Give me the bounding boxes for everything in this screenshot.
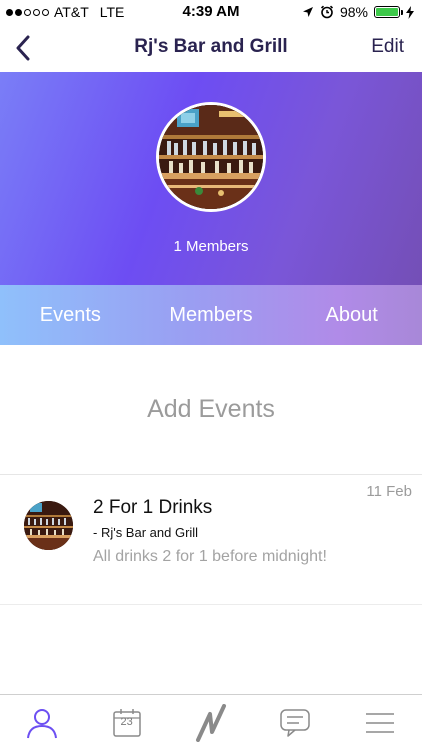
event-description: All drinks 2 for 1 before midnight! bbox=[93, 548, 327, 565]
group-header: 1 Members bbox=[0, 72, 422, 285]
tab-bar-profile[interactable] bbox=[0, 695, 84, 750]
tab-bar-activity[interactable] bbox=[169, 695, 253, 750]
status-bar: AT&T LTE 4:39 AM 98% bbox=[0, 0, 422, 24]
page-title: Rj's Bar and Grill bbox=[134, 36, 288, 57]
charging-bolt-icon bbox=[406, 5, 414, 19]
chat-icon bbox=[280, 708, 311, 737]
bottom-tab-bar: 23 bbox=[0, 694, 422, 750]
chevron-left-icon bbox=[16, 35, 30, 61]
tab-bar-messages[interactable] bbox=[253, 695, 337, 750]
event-venue: - Rj's Bar and Grill bbox=[93, 525, 199, 540]
location-arrow-icon bbox=[302, 7, 313, 17]
edit-button[interactable]: Edit bbox=[371, 36, 404, 58]
status-bar-right: 98% bbox=[302, 4, 414, 20]
activity-icon bbox=[196, 703, 227, 742]
battery-icon bbox=[374, 6, 403, 18]
calendar-day-number: 23 bbox=[120, 716, 133, 728]
tab-events[interactable]: Events bbox=[0, 285, 141, 345]
tab-about[interactable]: About bbox=[281, 285, 422, 345]
tab-bar-menu[interactable] bbox=[338, 695, 422, 750]
event-date: 11 Feb bbox=[366, 483, 412, 500]
add-events-button[interactable]: Add Events bbox=[0, 345, 422, 475]
bar-photo-image bbox=[159, 105, 263, 209]
bar-photo-image bbox=[24, 501, 73, 550]
battery-fill bbox=[376, 8, 398, 16]
group-avatar[interactable] bbox=[156, 102, 266, 212]
event-title: 2 For 1 Drinks bbox=[93, 497, 213, 518]
navigation-bar: Rj's Bar and Grill Edit bbox=[0, 24, 422, 72]
segment-tabs: Events Members About bbox=[0, 285, 422, 345]
battery-percent: 98% bbox=[339, 4, 368, 20]
profile-icon bbox=[27, 708, 58, 738]
event-thumbnail bbox=[24, 501, 73, 550]
tab-bar-calendar[interactable]: 23 bbox=[84, 695, 168, 750]
tab-members[interactable]: Members bbox=[141, 285, 282, 345]
alarm-clock-icon bbox=[320, 5, 334, 19]
event-list-item[interactable]: 11 Feb 2 For 1 Drinks - Rj's Bar and Gri… bbox=[0, 475, 422, 605]
back-button[interactable] bbox=[8, 32, 38, 64]
menu-icon bbox=[365, 712, 394, 733]
members-count: 1 Members bbox=[173, 238, 249, 255]
